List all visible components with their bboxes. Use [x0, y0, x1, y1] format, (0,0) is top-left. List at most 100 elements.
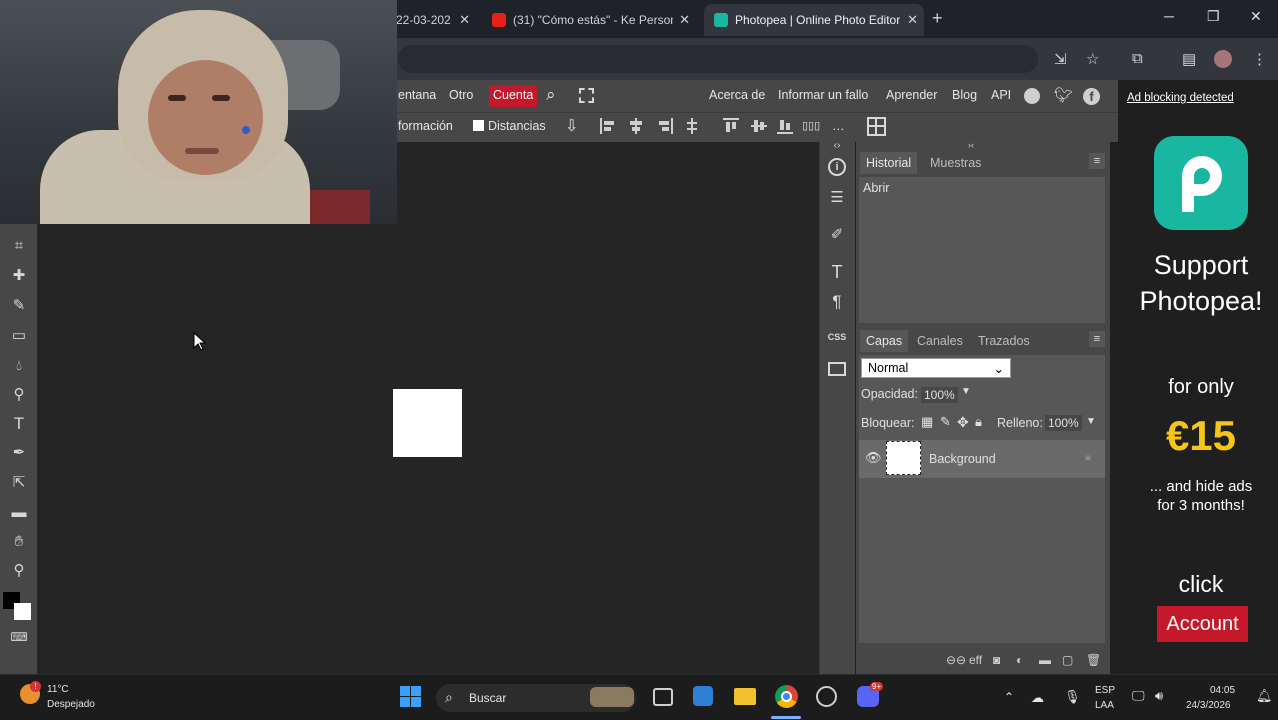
keyboard-icon[interactable]: ⌨ — [9, 627, 29, 647]
paragraph-icon[interactable]: ¶ — [827, 292, 847, 312]
minimize-icon[interactable]: ─ — [1164, 8, 1174, 24]
checkbox-icon[interactable] — [473, 120, 484, 131]
microsoft-store-icon[interactable] — [693, 686, 713, 706]
twitter-icon[interactable]: 🐦︎ — [1054, 86, 1073, 104]
grid-icon[interactable] — [867, 117, 886, 136]
document-canvas[interactable] — [393, 389, 462, 457]
microphone-icon[interactable]: 🎙︎ — [1064, 689, 1081, 705]
new-group-icon[interactable]: ▬ — [1039, 653, 1051, 667]
reddit-icon[interactable] — [1024, 88, 1040, 104]
close-tab-icon[interactable]: ✕ — [459, 12, 470, 28]
weather-temp[interactable]: 11°C — [47, 684, 69, 695]
character-icon[interactable]: T — [827, 262, 847, 282]
tab-channels[interactable]: Canales — [917, 334, 963, 348]
new-tab-button[interactable]: + — [932, 8, 943, 29]
download-icon[interactable]: ⇩ — [565, 116, 578, 136]
link-about[interactable]: Acerca de — [709, 88, 765, 102]
language-code[interactable]: ESP — [1095, 685, 1115, 696]
profile-avatar[interactable] — [1214, 50, 1232, 68]
align-top-icon[interactable] — [723, 118, 739, 134]
tab-swatches[interactable]: Muestras — [930, 156, 981, 170]
layer-name[interactable]: Background — [929, 452, 996, 466]
bookmark-star-icon[interactable]: ☆ — [1086, 50, 1099, 68]
dodge-tool-icon[interactable]: ⚲ — [9, 385, 29, 405]
align-right-icon[interactable] — [657, 118, 673, 134]
file-explorer-icon[interactable] — [734, 688, 756, 705]
background-color-swatch[interactable] — [14, 603, 31, 620]
fullscreen-icon[interactable] — [579, 88, 594, 103]
maximize-icon[interactable]: ❐ — [1207, 8, 1220, 25]
tab-layers[interactable]: Capas — [860, 330, 909, 352]
brush-tool-icon[interactable]: ✎ — [9, 296, 29, 316]
lock-transparency-icon[interactable]: ▦ — [921, 414, 933, 430]
weather-desc[interactable]: Despejado — [47, 699, 95, 710]
align-bottom-icon[interactable] — [777, 118, 793, 134]
fill-input[interactable]: 100% — [1045, 415, 1082, 431]
ad-blocking-link[interactable]: Ad blocking detected — [1127, 92, 1234, 104]
link-layers-icon[interactable]: ⊖⊖ — [946, 653, 966, 667]
link-api[interactable]: API — [991, 88, 1011, 102]
history-menu-icon[interactable]: ≡ — [1089, 153, 1105, 169]
layer-effects-icon[interactable]: eff — [969, 653, 982, 667]
css-icon[interactable]: CSS — [827, 332, 847, 352]
close-window-icon[interactable]: ✕ — [1250, 8, 1262, 25]
align-hcenter-icon[interactable] — [628, 118, 644, 134]
tab-history[interactable]: Historial — [860, 152, 918, 174]
menu-ventana[interactable]: entana — [398, 88, 436, 102]
opacity-dropdown-icon[interactable]: ▼ — [961, 386, 971, 397]
info-icon[interactable]: i — [828, 158, 846, 176]
keyboard-layout[interactable]: LAA — [1095, 700, 1114, 711]
windows-start-icon[interactable] — [400, 686, 422, 708]
adjustments-icon[interactable]: ☰ — [827, 188, 847, 208]
clock-app-icon[interactable] — [816, 686, 837, 707]
align-vcenter-icon[interactable] — [751, 118, 767, 134]
distribute-v-icon[interactable]: ▯▯▯ — [802, 119, 820, 132]
browser-tab-photopea[interactable]: Photopea | Online Photo Editor ✕ — [704, 4, 924, 36]
gradient-tool-icon[interactable]: ▭ — [9, 326, 29, 346]
extensions-icon[interactable]: ⧉ — [1132, 50, 1143, 67]
hand-tool-icon[interactable]: ✋︎ — [9, 532, 29, 552]
link-report-bug[interactable]: Informar un fallo — [778, 88, 868, 102]
browser-tab-youtube[interactable]: (31) "Cómo estás" - Ke Persone ✕ — [484, 6, 696, 34]
collapse-icon[interactable]: ‹› — [827, 140, 847, 160]
onedrive-cloud-icon[interactable]: ☁ — [1031, 690, 1044, 706]
blur-tool-icon[interactable]: 💧︎ — [9, 356, 29, 376]
install-app-icon[interactable]: ⇲ — [1054, 50, 1067, 68]
chevron-up-icon[interactable]: ⌃ — [1004, 690, 1014, 704]
lock-pixels-icon[interactable]: ✎ — [940, 414, 951, 430]
collapse-panel-icon[interactable]: ›‹ — [968, 140, 974, 150]
pen-tool-icon[interactable]: ✒ — [9, 443, 29, 463]
eye-visibility-icon[interactable]: 👁︎ — [865, 450, 882, 466]
opacity-input[interactable]: 100% — [921, 387, 958, 403]
healing-tool-icon[interactable]: ✚ — [9, 266, 29, 286]
link-blog[interactable]: Blog — [952, 88, 977, 102]
shape-tool-icon[interactable]: ▬ — [9, 503, 29, 523]
fill-dropdown-icon[interactable]: ▼ — [1086, 416, 1096, 427]
distances-checkbox[interactable]: Distancias — [473, 119, 546, 133]
menu-account-button[interactable]: Cuenta — [489, 85, 538, 107]
close-tab-icon[interactable]: ✕ — [907, 12, 918, 28]
tab-paths[interactable]: Trazados — [978, 334, 1030, 348]
adjustment-layer-icon[interactable]: ◐ — [1016, 653, 1023, 667]
clock-date[interactable]: 24/3/2026 — [1186, 700, 1231, 711]
search-icon[interactable]: ⌕ — [546, 85, 556, 105]
volume-icon[interactable]: 🔊︎ — [1155, 688, 1163, 704]
zoom-tool-icon[interactable]: ⚲ — [9, 561, 29, 581]
align-left-icon[interactable] — [600, 118, 616, 134]
tab-search-icon[interactable]: ▤ — [1182, 50, 1196, 68]
text-tool-icon[interactable]: T — [9, 414, 29, 434]
task-view-icon[interactable] — [653, 688, 673, 706]
lock-all-icon[interactable]: 🔒︎ — [975, 414, 982, 430]
network-icon[interactable]: 🖵︎ — [1132, 688, 1145, 704]
clock-time[interactable]: 04:05 — [1210, 685, 1235, 696]
menu-otro[interactable]: Otro — [449, 88, 473, 102]
path-select-tool-icon[interactable]: ⇱ — [9, 473, 29, 493]
image-icon[interactable] — [828, 362, 846, 376]
lock-position-icon[interactable]: ✥ — [957, 414, 969, 431]
notifications-bell-icon[interactable]: 🔔︎ — [1256, 688, 1273, 704]
layers-menu-icon[interactable]: ≡ — [1089, 331, 1105, 347]
blend-mode-select[interactable]: Normal ⌄ — [861, 358, 1011, 378]
new-layer-icon[interactable]: ▢ — [1062, 653, 1073, 667]
layer-mask-icon[interactable]: ◙ — [993, 653, 1000, 667]
address-field[interactable] — [398, 45, 1038, 73]
